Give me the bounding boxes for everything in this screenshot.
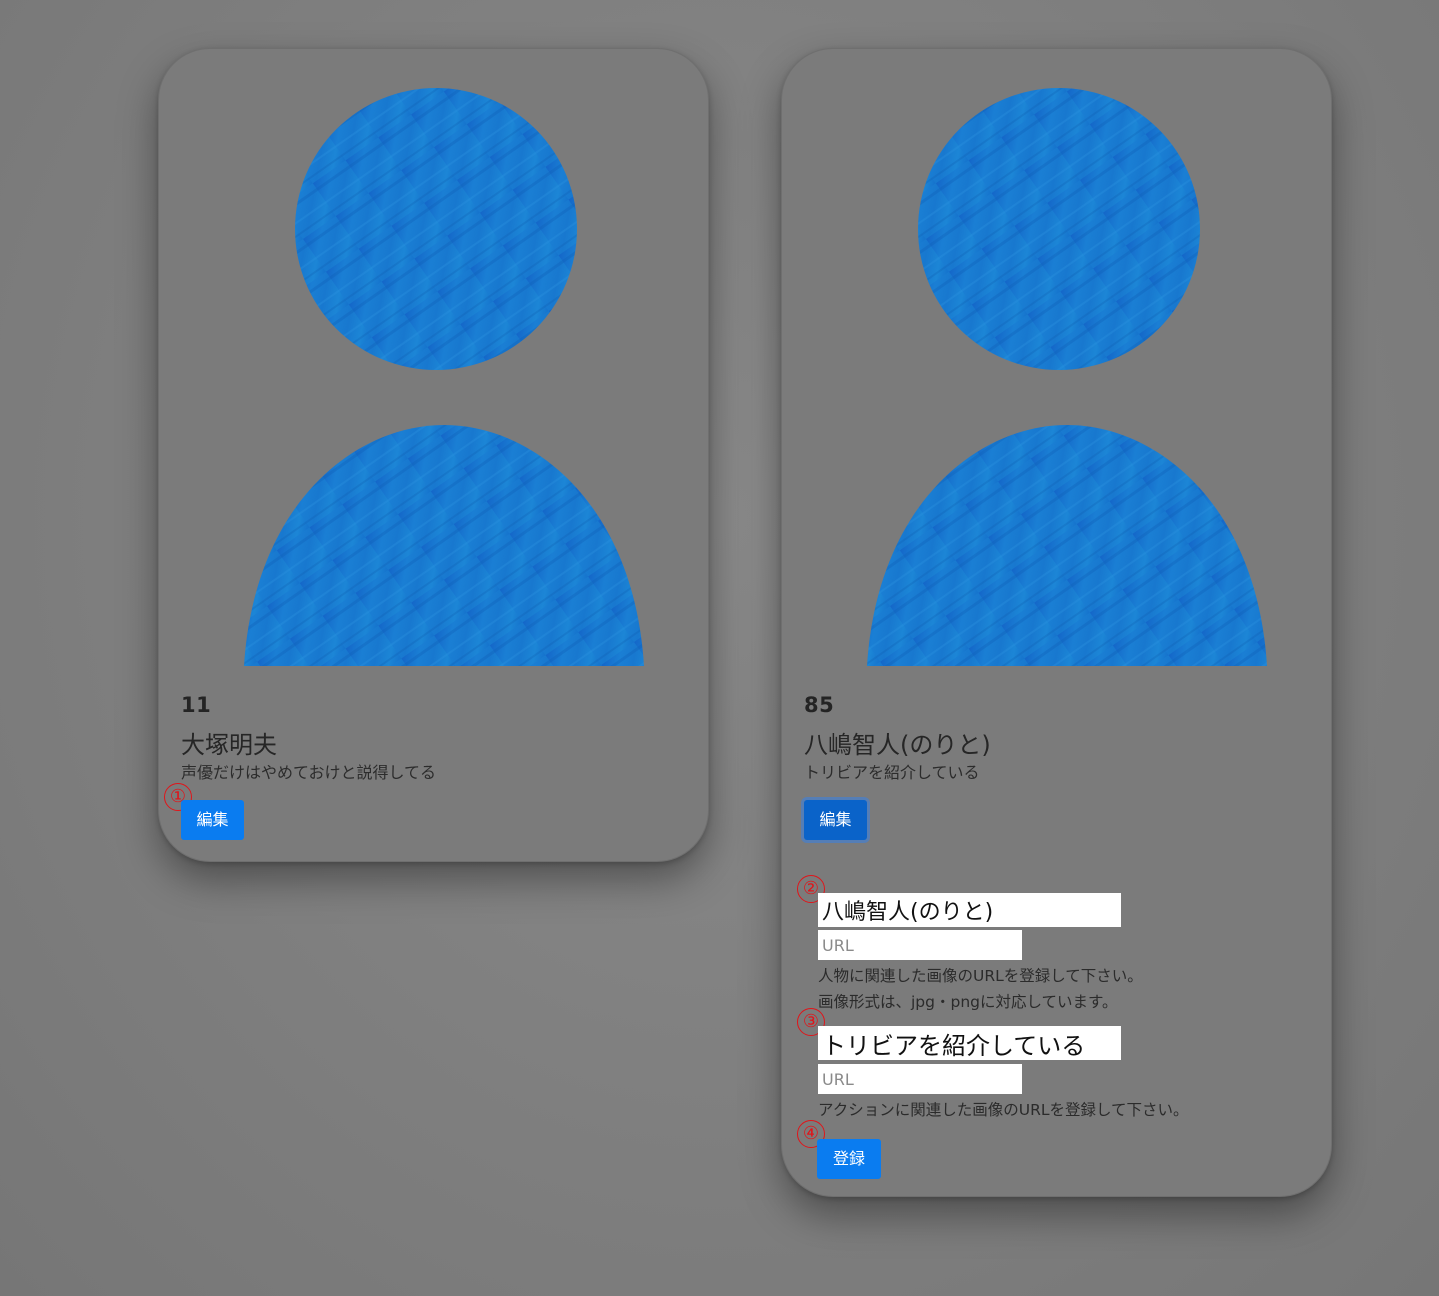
edit-button[interactable]: 編集 [181,800,244,840]
user-silhouette-icon [244,85,644,666]
image-format-help-text: 画像形式は、jpg・pngに対応しています。 [818,993,1118,1011]
register-button[interactable]: 登録 [817,1139,881,1179]
card-id: 11 [181,693,212,717]
card-name: 大塚明夫 [181,731,277,759]
character-card: 11 大塚明夫 声優だけはやめておけと説得してる ① 編集 [158,48,709,862]
person-image-help-text: 人物に関連した画像のURLを登録して下さい。 [818,967,1143,985]
card-id: 85 [804,693,835,717]
edit-button[interactable]: 編集 [804,800,867,840]
name-input[interactable] [818,893,1121,927]
action-image-help-text: アクションに関連した画像のURLを登録して下さい。 [818,1101,1189,1119]
card-description: 声優だけはやめておけと説得してる [181,763,437,782]
card-name: 八嶋智人(のりと) [804,731,991,759]
card-description: トリビアを紹介している [804,763,980,782]
action-input[interactable] [818,1026,1121,1060]
action-image-url-input[interactable] [818,1064,1022,1094]
person-image-url-input[interactable] [818,930,1022,960]
character-card: 85 八嶋智人(のりと) トリビアを紹介している 編集 ② 人物に関連した画像の… [781,48,1332,1197]
user-silhouette-icon [867,85,1267,666]
